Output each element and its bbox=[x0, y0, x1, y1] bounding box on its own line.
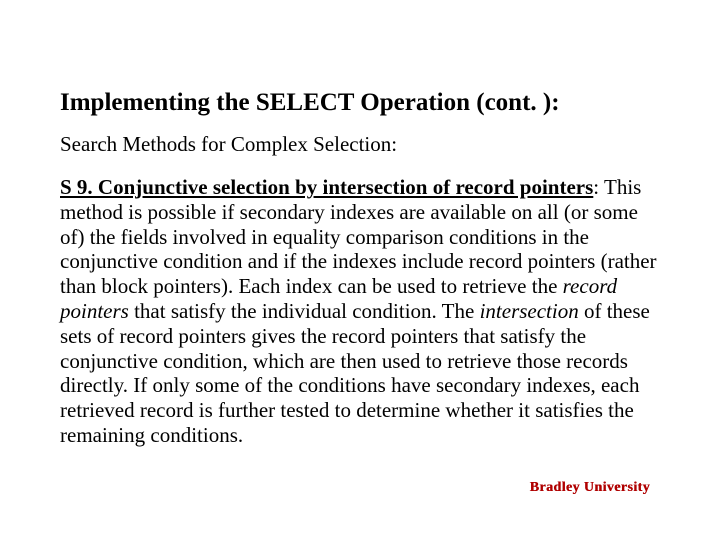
footer-branding: Bradley University bbox=[530, 480, 650, 496]
body-text-2: that satisfy the individual condition. T… bbox=[129, 299, 480, 323]
slide-title: Implementing the SELECT Operation (cont.… bbox=[60, 88, 660, 118]
slide-subtitle: Search Methods for Complex Selection: bbox=[60, 132, 660, 157]
method-heading: S 9. Conjunctive selection by intersecti… bbox=[60, 175, 593, 199]
italic-term-2: intersection bbox=[480, 299, 579, 323]
slide: Implementing the SELECT Operation (cont.… bbox=[0, 0, 720, 540]
body-paragraph: S 9. Conjunctive selection by intersecti… bbox=[60, 175, 660, 447]
